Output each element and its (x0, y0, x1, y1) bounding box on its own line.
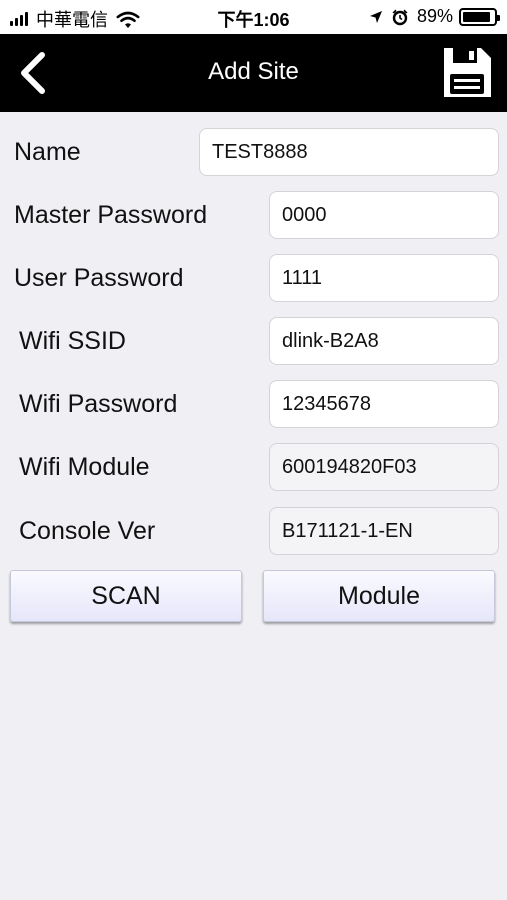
location-arrow-icon (369, 10, 382, 23)
alarm-clock-icon (392, 9, 408, 25)
wifi-ssid-field[interactable]: dlink-B2A8 (269, 317, 499, 365)
wifi-module-row: Wifi Module 600194820F03 (0, 443, 507, 491)
wifi-ssid-row: Wifi SSID dlink-B2A8 (0, 317, 507, 365)
user-password-row: User Password 1111 (0, 254, 507, 302)
scan-button[interactable]: SCAN (10, 570, 242, 622)
wifi-module-label: Wifi Module (19, 453, 150, 481)
wifi-password-row: Wifi Password 12345678 (0, 380, 507, 428)
name-field[interactable]: TEST8888 (199, 128, 499, 176)
battery-fill (463, 11, 490, 22)
status-bar: 中華電信 下午1:06 89% (0, 0, 507, 34)
battery-icon (459, 7, 500, 26)
user-password-label: User Password (14, 264, 184, 292)
wifi-password-label: Wifi Password (19, 390, 178, 418)
status-right: 89% (369, 6, 500, 27)
console-ver-field: B171121-1-EN (269, 507, 499, 555)
master-password-row: Master Password 0000 (0, 191, 507, 239)
console-ver-row: Console Ver B171121-1-EN (0, 507, 507, 555)
console-ver-label: Console Ver (19, 517, 156, 545)
master-password-field[interactable]: 0000 (269, 191, 499, 239)
name-row: Name TEST8888 (0, 128, 507, 176)
module-button[interactable]: Module (263, 570, 495, 622)
master-password-label: Master Password (14, 201, 208, 229)
battery-percent: 89% (416, 6, 453, 26)
user-password-field[interactable]: 1111 (269, 254, 499, 302)
save-floppy-icon[interactable] (441, 46, 493, 100)
page-title: Add Site (208, 58, 299, 85)
wifi-module-field: 600194820F03 (269, 443, 499, 491)
navigation-bar: Add Site (0, 34, 507, 112)
name-label: Name (14, 138, 81, 166)
wifi-password-field[interactable]: 12345678 (269, 380, 499, 428)
wifi-ssid-label: Wifi SSID (19, 327, 126, 355)
